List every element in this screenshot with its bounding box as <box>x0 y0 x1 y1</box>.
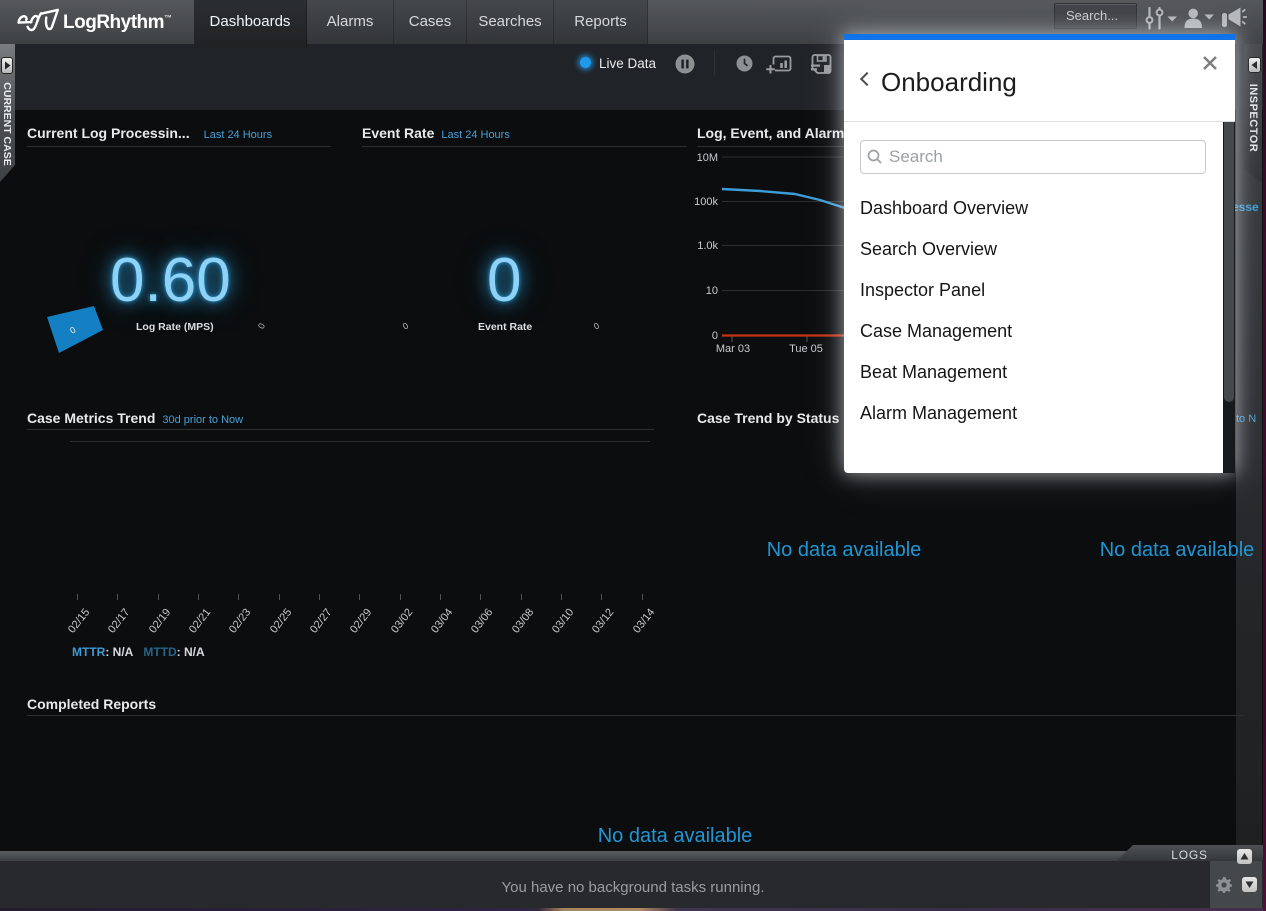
svg-text:02/27: 02/27 <box>308 606 334 635</box>
svg-text:03/08: 03/08 <box>510 606 536 635</box>
svg-text:03/04: 03/04 <box>429 606 455 635</box>
svg-text:03/02: 03/02 <box>389 606 415 635</box>
svg-text:03/12: 03/12 <box>590 606 616 635</box>
svg-text:1.0k: 1.0k <box>697 240 718 252</box>
svg-text:02/15: 02/15 <box>66 606 92 635</box>
svg-text:100k: 100k <box>694 196 718 208</box>
svg-text:02/23: 02/23 <box>227 606 253 635</box>
svg-text:02/17: 02/17 <box>106 606 132 635</box>
svg-text:0: 0 <box>712 330 718 342</box>
svg-text:02/19: 02/19 <box>147 606 173 635</box>
svg-text:03/06: 03/06 <box>469 606 495 635</box>
svg-text:10: 10 <box>706 285 718 297</box>
svg-text:03/10: 03/10 <box>550 606 576 635</box>
svg-text:Tue 05: Tue 05 <box>789 343 823 355</box>
svg-text:Mar 03: Mar 03 <box>716 343 750 355</box>
svg-text:02/29: 02/29 <box>348 606 374 635</box>
svg-text:02/21: 02/21 <box>187 606 213 635</box>
svg-text:03/14: 03/14 <box>631 606 657 635</box>
svg-text:10M: 10M <box>697 152 718 164</box>
svg-text:02/25: 02/25 <box>268 606 294 635</box>
